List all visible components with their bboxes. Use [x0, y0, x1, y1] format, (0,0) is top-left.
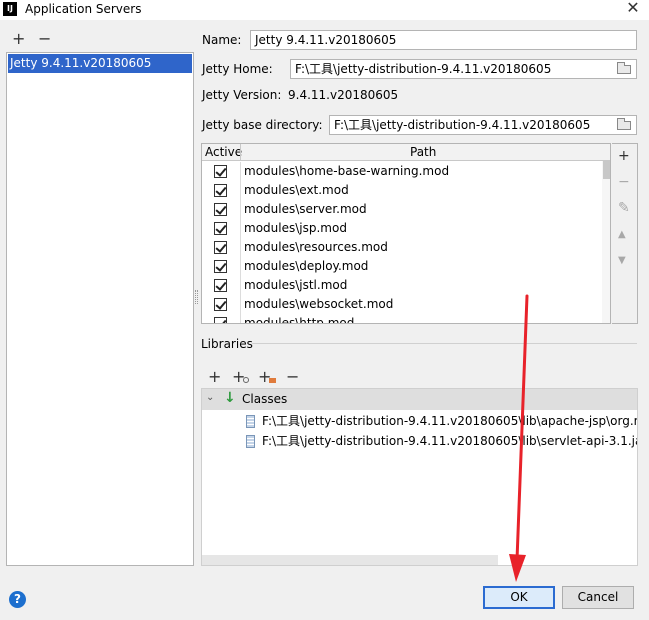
module-row[interactable]: modules\deploy.mod: [202, 257, 602, 276]
libraries-toolbar: + + + −: [201, 366, 638, 388]
libraries-label: Libraries: [201, 337, 253, 351]
library-item-path: F:\工具\jetty-distribution-9.4.11.v2018060…: [262, 434, 637, 448]
classes-node[interactable]: ⌄ ↓ Classes: [202, 389, 637, 410]
module-path: modules\http.mod: [244, 316, 355, 324]
module-active-checkbox[interactable]: [214, 222, 227, 235]
jetty-home-value: F:\工具\jetty-distribution-9.4.11.v2018060…: [295, 62, 552, 76]
intellij-app-icon: IJ: [3, 2, 17, 16]
folder-icon: [269, 378, 277, 383]
add-library-folder-button[interactable]: +: [258, 367, 277, 386]
remove-module-button[interactable]: −: [618, 175, 630, 189]
module-active-checkbox[interactable]: [214, 184, 227, 197]
module-row[interactable]: modules\ext.mod: [202, 181, 602, 200]
remove-library-button[interactable]: −: [286, 369, 299, 385]
server-list-item-selected[interactable]: Jetty 9.4.11.v20180605: [8, 54, 192, 73]
module-path: modules\ext.mod: [244, 183, 349, 197]
library-item[interactable]: F:\工具\jetty-distribution-9.4.11.v2018060…: [246, 432, 637, 451]
module-path: modules\websocket.mod: [244, 297, 394, 311]
library-item[interactable]: F:\工具\jetty-distribution-9.4.11.v2018060…: [246, 412, 637, 431]
module-path: modules\resources.mod: [244, 240, 388, 254]
classes-label: Classes: [242, 392, 288, 406]
column-divider: [240, 219, 241, 238]
column-divider: [240, 238, 241, 257]
module-active-checkbox[interactable]: [214, 203, 227, 216]
edit-module-button[interactable]: ✎: [618, 201, 630, 215]
folder-icon: [617, 118, 631, 130]
column-divider: [240, 181, 241, 200]
module-active-checkbox[interactable]: [214, 241, 227, 254]
add-library-specific-button[interactable]: +: [232, 369, 250, 385]
column-divider: [240, 314, 241, 323]
module-active-checkbox[interactable]: [214, 279, 227, 292]
module-row[interactable]: modules\jstl.mod: [202, 276, 602, 295]
module-row[interactable]: modules\http.mod: [202, 314, 602, 324]
module-path: modules\server.mod: [244, 202, 367, 216]
browse-base-directory-button[interactable]: [614, 117, 634, 133]
column-divider: [240, 295, 241, 314]
module-active-checkbox[interactable]: [214, 260, 227, 273]
module-active-checkbox[interactable]: [214, 165, 227, 178]
jetty-base-directory-value: F:\工具\jetty-distribution-9.4.11.v2018060…: [334, 118, 591, 132]
jetty-version-value: 9.4.11.v20180605: [288, 88, 399, 102]
jetty-version-label: Jetty Version:: [202, 88, 282, 102]
libraries-horizontal-scrollbar[interactable]: [202, 555, 498, 565]
modules-table: Active Path modules\home-base-warning.mo…: [201, 143, 611, 324]
module-active-checkbox[interactable]: [214, 317, 227, 323]
server-list: Jetty 9.4.11.v20180605: [6, 52, 194, 566]
help-button[interactable]: ?: [9, 591, 26, 608]
jar-icon: [246, 435, 255, 448]
column-divider: [240, 257, 241, 276]
module-path: modules\home-base-warning.mod: [244, 164, 450, 178]
scrollbar-thumb[interactable]: [603, 161, 610, 179]
jar-icon: [246, 415, 255, 428]
title-bar: IJ Application Servers ✕: [0, 0, 649, 20]
module-row[interactable]: modules\resources.mod: [202, 238, 602, 257]
column-header-path[interactable]: Path: [410, 145, 436, 160]
close-window-button[interactable]: ✕: [623, 0, 643, 18]
browse-jetty-home-button[interactable]: [614, 61, 634, 77]
column-divider: [240, 162, 241, 181]
module-path: modules\jstl.mod: [244, 278, 348, 292]
module-path: modules\deploy.mod: [244, 259, 369, 273]
classes-root-icon: ↓: [224, 390, 236, 406]
globe-icon: [243, 377, 250, 383]
name-label: Name:: [202, 33, 242, 47]
add-icon: +: [258, 367, 272, 386]
column-header-active[interactable]: Active: [205, 145, 242, 160]
modules-table-header: Active Path: [202, 144, 610, 161]
module-path: modules\jsp.mod: [244, 221, 347, 235]
module-row[interactable]: modules\jsp.mod: [202, 219, 602, 238]
add-library-button[interactable]: +: [208, 369, 221, 385]
modules-table-scrollbar[interactable]: [602, 161, 610, 323]
jetty-base-directory-input[interactable]: F:\工具\jetty-distribution-9.4.11.v2018060…: [329, 115, 637, 135]
add-module-button[interactable]: +: [618, 149, 630, 163]
jetty-home-label: Jetty Home:: [202, 62, 273, 76]
libraries-separator: [252, 343, 637, 344]
move-down-button[interactable]: ▼: [618, 254, 626, 268]
module-row[interactable]: modules\home-base-warning.mod: [202, 162, 602, 181]
move-up-button[interactable]: ▲: [618, 228, 626, 242]
ok-button[interactable]: OK: [483, 586, 555, 609]
jetty-base-directory-label: Jetty base directory:: [202, 118, 323, 132]
column-divider: [240, 144, 241, 161]
module-active-checkbox[interactable]: [214, 298, 227, 311]
add-server-button[interactable]: +: [12, 31, 25, 47]
cancel-button[interactable]: Cancel: [562, 586, 634, 609]
modules-side-toolbar: + − ✎ ▲ ▼: [612, 143, 638, 324]
jetty-home-input[interactable]: F:\工具\jetty-distribution-9.4.11.v2018060…: [290, 59, 637, 79]
chevron-down-icon[interactable]: ⌄: [206, 392, 214, 403]
remove-server-button[interactable]: −: [38, 31, 51, 47]
name-input[interactable]: Jetty 9.4.11.v20180605: [250, 30, 637, 50]
folder-icon: [617, 62, 631, 74]
window-title: Application Servers: [25, 2, 142, 16]
column-divider: [240, 276, 241, 295]
libraries-tree: ⌄ ↓ Classes F:\工具\jetty-distribution-9.4…: [201, 388, 638, 566]
column-divider: [240, 200, 241, 219]
module-row[interactable]: modules\websocket.mod: [202, 295, 602, 314]
library-item-path: F:\工具\jetty-distribution-9.4.11.v2018060…: [262, 414, 637, 428]
module-row[interactable]: modules\server.mod: [202, 200, 602, 219]
splitter-grip[interactable]: [195, 290, 198, 304]
